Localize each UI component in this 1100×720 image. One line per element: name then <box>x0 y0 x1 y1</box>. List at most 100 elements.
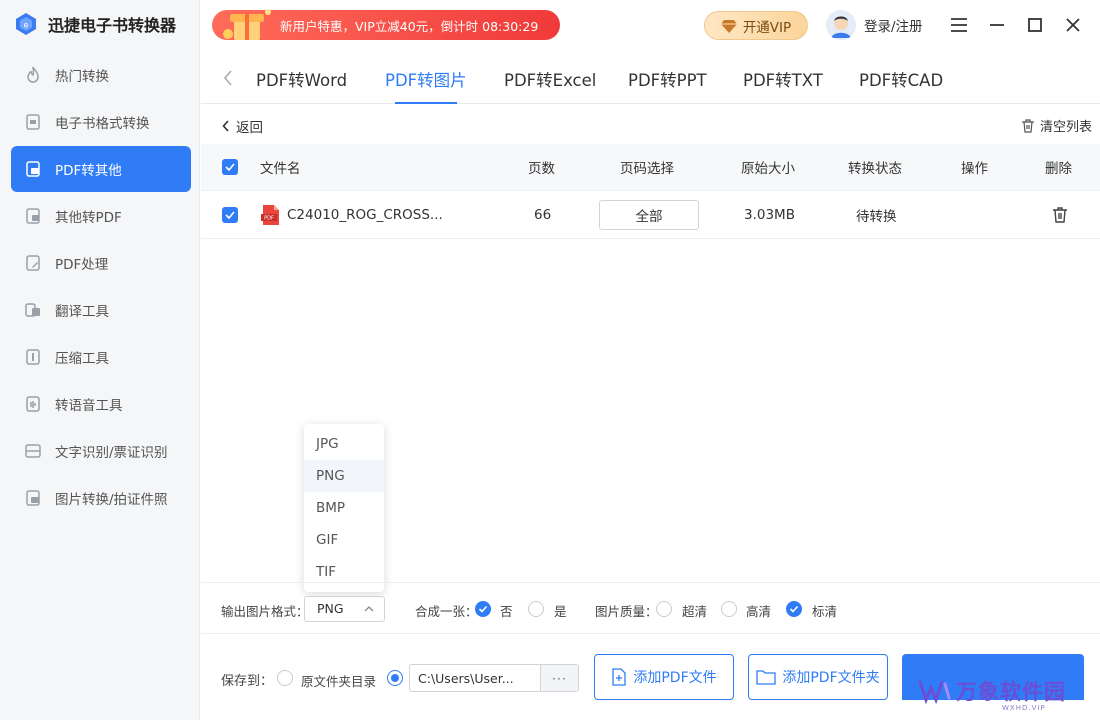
tab-pdf-to-txt[interactable]: PDF转TXT <box>743 67 823 104</box>
compress-icon <box>26 349 40 365</box>
sidebar-item-label: 电子书格式转换 <box>55 116 150 132</box>
trash-icon <box>1021 118 1034 133</box>
sidebar-item-compress[interactable]: 压缩工具 <box>11 334 191 380</box>
save-custom-radio[interactable] <box>387 670 403 686</box>
quality-high-label: 超清 <box>682 604 708 619</box>
clear-list-button[interactable]: 清空列表 <box>1020 116 1092 135</box>
back-button[interactable]: 返回 <box>222 116 263 136</box>
row-page-select[interactable]: 全部 <box>599 191 699 238</box>
pdf-file-icon: PDF <box>261 204 279 225</box>
translate-icon <box>25 303 40 317</box>
sidebar-item-hot[interactable]: 热门转换 <box>11 52 191 98</box>
save-source-label: 原文件夹目录 <box>301 674 377 689</box>
format-option-png[interactable]: PNG <box>304 460 384 492</box>
format-option-gif[interactable]: GIF <box>304 524 384 556</box>
merge-yes-label: 是 <box>554 604 567 619</box>
save-path-field[interactable]: C:\Users\User... ··· <box>409 664 579 692</box>
row-checkbox[interactable] <box>222 191 238 238</box>
check-icon <box>478 605 488 613</box>
merge-yes-radio[interactable] <box>528 601 544 617</box>
menu-button[interactable] <box>948 14 970 36</box>
sidebar-item-label: 文字识别/票证识别 <box>55 445 168 461</box>
check-icon <box>225 210 235 219</box>
header-filename: 文件名 <box>260 161 301 177</box>
clear-label: 清空列表 <box>1039 120 1092 135</box>
quality-std-label: 标清 <box>812 604 838 619</box>
minimize-button[interactable] <box>986 14 1008 36</box>
promo-banner[interactable]: 新用户特惠，VIP立减40元，倒计时 08:30:29 <box>212 9 560 40</box>
svg-text:PDF: PDF <box>264 215 274 221</box>
add-file-icon <box>612 668 627 686</box>
folder-icon <box>756 670 777 685</box>
merge-no-label: 否 <box>500 604 513 619</box>
header-status: 转换状态 <box>848 161 902 177</box>
sidebar-item-label: PDF处理 <box>55 257 109 273</box>
quality-mid-radio[interactable] <box>721 601 737 617</box>
page-select-button[interactable]: 全部 <box>599 199 699 230</box>
quality-std-radio[interactable] <box>786 601 802 617</box>
add-pdf-file-button[interactable]: 添加PDF文件 <box>594 654 734 700</box>
chevron-up-icon <box>364 606 374 612</box>
sidebar-item-label: 转语音工具 <box>55 398 123 414</box>
browse-button[interactable]: ··· <box>540 665 578 691</box>
pdf-convert-icon <box>26 161 40 177</box>
to-pdf-icon <box>26 208 40 224</box>
row-status: 待转换 <box>856 208 897 225</box>
header-size: 原始大小 <box>741 161 795 177</box>
check-icon <box>225 163 235 171</box>
row-filename: PDF C24010_ROG_CROSS... <box>261 191 443 238</box>
maximize-button[interactable] <box>1024 14 1046 36</box>
tab-pdf-to-image[interactable]: PDF转图片 <box>385 67 467 104</box>
sidebar-item-voice[interactable]: 转语音工具 <box>11 381 191 427</box>
vip-button[interactable]: 开通VIP <box>704 11 808 40</box>
menu-icon <box>951 18 967 32</box>
merge-no-radio[interactable] <box>475 601 491 617</box>
tab-pdf-to-ppt[interactable]: PDF转PPT <box>628 67 707 104</box>
sidebar-item-image[interactable]: 图片转换/拍证件照 <box>11 475 191 521</box>
watermark-text: 万象软件园 <box>956 680 1066 704</box>
app-logo-icon: e <box>16 13 36 35</box>
ocr-icon <box>25 444 41 458</box>
sidebar-item-ocr[interactable]: 文字识别/票证识别 <box>11 428 191 474</box>
format-option-jpg[interactable]: JPG <box>304 428 384 460</box>
chevron-left-icon[interactable] <box>223 70 233 86</box>
header-page-select: 页码选择 <box>620 161 674 177</box>
sidebar: e 迅捷电子书转换器 热门转换 电子书格式转换 PDF转其他 其他转PDF PD… <box>0 0 200 720</box>
sidebar-item-pdf-process[interactable]: PDF处理 <box>11 240 191 286</box>
tab-pdf-to-cad[interactable]: PDF转CAD <box>859 67 943 104</box>
row-delete-button[interactable] <box>1051 191 1069 238</box>
format-label: 输出图片格式： <box>221 604 309 619</box>
sidebar-item-label: 翻译工具 <box>55 304 109 320</box>
minimize-icon <box>990 24 1004 26</box>
sidebar-item-label: PDF转其他 <box>55 163 122 179</box>
chevron-left-icon <box>222 120 229 132</box>
quality-high-radio[interactable] <box>656 601 672 617</box>
format-select[interactable]: PNG <box>304 596 385 622</box>
sidebar-item-label: 图片转换/拍证件照 <box>55 492 168 508</box>
quality-mid-label: 高清 <box>746 604 772 619</box>
flame-icon <box>27 66 39 83</box>
sidebar-item-label: 压缩工具 <box>55 351 109 367</box>
user-login[interactable]: 登录/注册 <box>826 10 923 40</box>
format-dropdown-menu: JPG PNG BMP GIF TIF <box>304 424 384 592</box>
vip-label: 开通VIP <box>742 19 792 36</box>
gift-icon <box>223 9 271 40</box>
close-button[interactable] <box>1062 14 1084 36</box>
watermark: 万象软件园 WXHD.VIP <box>918 676 1066 712</box>
select-all-checkbox[interactable] <box>222 144 238 190</box>
sidebar-item-pdf-to-other[interactable]: PDF转其他 <box>11 146 191 192</box>
watermark-sub: WXHD.VIP <box>1002 704 1046 712</box>
tab-pdf-to-word[interactable]: PDF转Word <box>256 67 347 104</box>
merge-label: 合成一张： <box>415 604 478 619</box>
svg-text:e: e <box>24 21 29 30</box>
save-source-radio[interactable] <box>277 670 293 686</box>
tab-pdf-to-excel[interactable]: PDF转Excel <box>504 67 596 104</box>
sidebar-item-translate[interactable]: 翻译工具 <box>11 287 191 333</box>
login-label: 登录/注册 <box>864 19 923 35</box>
sidebar-item-ebook[interactable]: 电子书格式转换 <box>11 99 191 145</box>
format-option-bmp[interactable]: BMP <box>304 492 384 524</box>
image-icon <box>26 490 40 506</box>
add-pdf-folder-button[interactable]: 添加PDF文件夹 <box>748 654 888 700</box>
table-row: PDF C24010_ROG_CROSS... 66 全部 3.03MB 待转换 <box>201 191 1100 239</box>
sidebar-item-other-to-pdf[interactable]: 其他转PDF <box>11 193 191 239</box>
